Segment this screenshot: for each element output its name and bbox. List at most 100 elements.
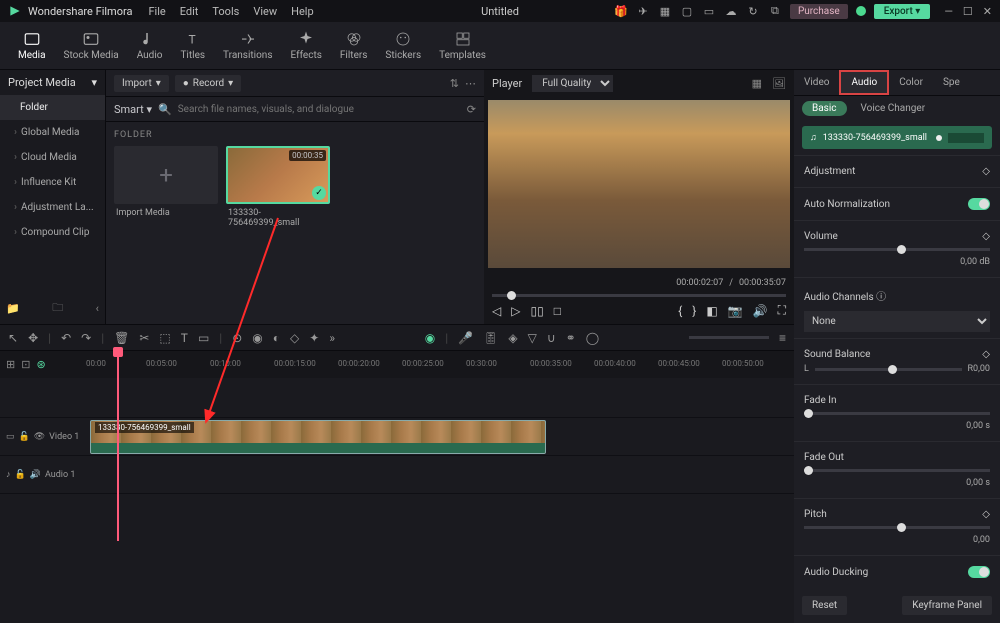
video-track-icon[interactable]: ▭: [6, 432, 15, 442]
redo-icon[interactable]: ↷: [81, 331, 91, 345]
mic-icon[interactable]: 🎤: [458, 331, 473, 345]
clip-card[interactable]: 00:00:35 ✓ 133330-756469399_small: [226, 146, 334, 228]
frame-icon[interactable]: ▢: [680, 4, 694, 18]
diamond-icon[interactable]: ◇: [982, 349, 990, 360]
delete-icon[interactable]: 🗑: [114, 331, 129, 345]
sort-icon[interactable]: ⇅: [450, 77, 459, 90]
media-item-cloud[interactable]: Cloud Media: [0, 145, 105, 170]
effects-tool-icon[interactable]: ✦: [309, 331, 319, 345]
smart-button[interactable]: Smart ▾: [114, 103, 152, 116]
rect-icon[interactable]: ▭: [702, 4, 716, 18]
cloud-icon[interactable]: ☁: [724, 4, 738, 18]
import-card[interactable]: + Import Media: [114, 146, 222, 228]
keyframe-icon[interactable]: ◇: [290, 331, 299, 345]
track-options-icon[interactable]: ⊡: [21, 358, 30, 371]
menu-help[interactable]: Help: [291, 5, 314, 18]
list-view-icon[interactable]: ≡: [779, 331, 786, 345]
timeline-clip[interactable]: 133330-756469399_small: [90, 420, 546, 454]
cut-icon[interactable]: ✂: [139, 331, 149, 345]
send-icon[interactable]: ✈: [636, 4, 650, 18]
playhead[interactable]: [117, 351, 119, 541]
grid-view-icon[interactable]: ▦: [752, 77, 762, 90]
media-item-folder[interactable]: Folder: [0, 95, 105, 120]
mark-icon[interactable]: ▽: [528, 331, 537, 345]
gift-icon[interactable]: 🎁: [614, 4, 628, 18]
volume-icon[interactable]: 🔊: [753, 304, 768, 318]
more-icon[interactable]: ⋯: [465, 77, 476, 90]
balance-slider[interactable]: [815, 368, 962, 371]
menu-edit[interactable]: Edit: [180, 5, 199, 18]
pitch-slider[interactable]: [804, 526, 990, 529]
cursor-icon[interactable]: ✥: [28, 331, 38, 345]
panel-tab-speed[interactable]: Spe: [933, 70, 970, 95]
fadein-slider[interactable]: [804, 412, 990, 415]
menu-view[interactable]: View: [253, 5, 277, 18]
tab-templates[interactable]: Templates: [431, 26, 494, 65]
render-icon[interactable]: ◯: [586, 331, 599, 345]
crop-tool-icon[interactable]: ⬚: [159, 331, 170, 345]
zoom-slider[interactable]: [689, 336, 769, 339]
link-icon[interactable]: ⚭: [566, 331, 576, 345]
ai-icon[interactable]: ◉: [425, 331, 435, 345]
grid-icon[interactable]: ▦: [658, 4, 672, 18]
stop-button[interactable]: □: [554, 304, 561, 318]
eye-icon[interactable]: 👁: [34, 432, 45, 442]
close-button[interactable]: ✕: [983, 5, 992, 18]
undo-icon[interactable]: ↶: [61, 331, 71, 345]
media-item-influence[interactable]: Influence Kit: [0, 170, 105, 195]
diamond-icon[interactable]: ◇: [982, 231, 990, 242]
keyframe-panel-button[interactable]: Keyframe Panel: [902, 596, 992, 615]
chevron-down-icon[interactable]: ▾: [91, 76, 97, 89]
basic-tab[interactable]: Basic: [802, 101, 847, 116]
import-button[interactable]: Import ▾: [114, 75, 169, 92]
quality-select[interactable]: Full Quality: [532, 75, 613, 92]
maximize-button[interactable]: ☐: [963, 5, 973, 18]
volume-slider[interactable]: [804, 248, 990, 251]
preview-slider[interactable]: [492, 294, 786, 297]
tab-filters[interactable]: Filters: [332, 26, 376, 65]
channels-select[interactable]: None: [804, 311, 990, 332]
lock-icon[interactable]: 🔓: [19, 432, 30, 442]
play-button[interactable]: ▷: [511, 304, 520, 318]
magnet-icon[interactable]: ∪: [547, 331, 556, 345]
expand-icon[interactable]: »: [329, 331, 335, 345]
purchase-button[interactable]: Purchase: [790, 4, 848, 19]
select-icon[interactable]: ▭: [198, 331, 209, 345]
record-button[interactable]: ● Record ▾: [175, 75, 241, 92]
tab-stickers[interactable]: Stickers: [377, 26, 429, 65]
pause-button[interactable]: ▯▯: [530, 304, 543, 318]
new-folder-icon[interactable]: 📁: [6, 302, 20, 315]
reset-button[interactable]: Reset: [802, 596, 847, 615]
mark-in-icon[interactable]: {: [678, 304, 682, 318]
marker-icon[interactable]: ◈: [508, 331, 517, 345]
media-item-adjustment[interactable]: Adjustment La...: [0, 195, 105, 220]
prev-frame-button[interactable]: ◁: [492, 304, 501, 318]
tab-effects[interactable]: Effects: [283, 26, 330, 65]
media-item-compound[interactable]: Compound Clip: [0, 220, 105, 245]
panel-tab-color[interactable]: Color: [889, 70, 933, 95]
pointer-icon[interactable]: ↖: [8, 331, 18, 345]
timeline-ruler[interactable]: ⊞ ⊡ ⊛ 00:00 00:05:00 00:10:00 00:00:15:0…: [0, 350, 794, 378]
collapse-icon[interactable]: ‹: [96, 302, 99, 315]
folder-icon[interactable]: 🗀: [52, 299, 63, 318]
search-input[interactable]: [178, 104, 461, 115]
mark-out-icon[interactable]: }: [692, 304, 696, 318]
speed-icon[interactable]: ⊙: [232, 331, 242, 345]
export-button[interactable]: Export ▾: [874, 4, 931, 19]
preview-viewport[interactable]: [488, 100, 790, 268]
ducking-toggle[interactable]: [968, 566, 990, 578]
refresh-icon[interactable]: ⟳: [467, 103, 476, 116]
media-item-global[interactable]: Global Media: [0, 120, 105, 145]
menu-tools[interactable]: Tools: [212, 5, 239, 18]
crop-icon[interactable]: ◧: [706, 304, 717, 318]
audio-track-icon[interactable]: ♪: [6, 469, 11, 480]
menu-file[interactable]: File: [148, 5, 165, 18]
track-add-icon[interactable]: ⊞: [6, 358, 15, 371]
video-track[interactable]: ▭ 🔓 👁 Video 1 133330-756469399_small: [0, 418, 794, 456]
fadeout-slider[interactable]: [804, 469, 990, 472]
tab-audio[interactable]: Audio: [129, 26, 171, 65]
fullscreen-icon[interactable]: ⛶: [778, 303, 786, 318]
tab-titles[interactable]: TTitles: [172, 26, 213, 65]
lock-icon[interactable]: 🔓: [15, 470, 26, 480]
diamond-icon[interactable]: ◇: [982, 509, 990, 520]
